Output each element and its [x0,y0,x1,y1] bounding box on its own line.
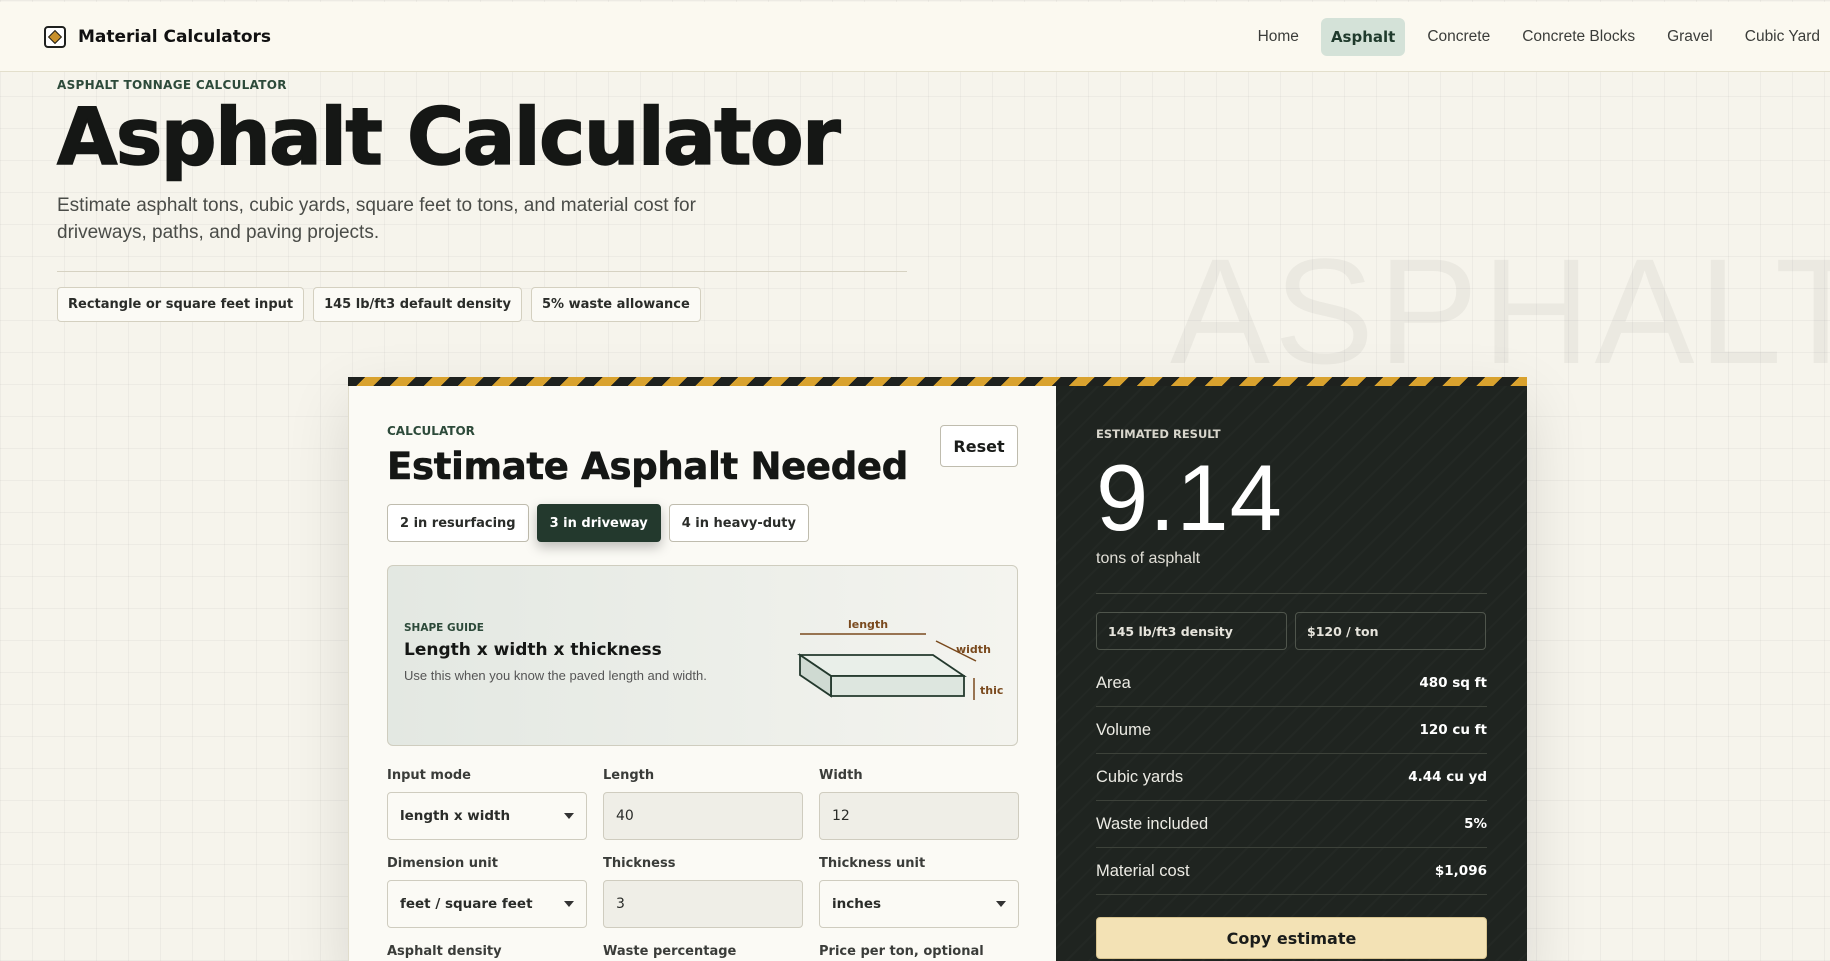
result-row-label: Material cost [1096,861,1190,880]
result-row-value: 5% [1464,816,1487,832]
length-label: length [848,618,888,631]
page-title: Asphalt Calculator [56,93,841,183]
chevron-down-icon [996,901,1006,907]
result-row-label: Cubic yards [1096,767,1184,786]
width-label: Width [819,768,863,783]
result-row-label: Area [1096,673,1131,692]
nav-asphalt[interactable]: Asphalt [1320,17,1406,56]
result-row-cubic-yards: Cubic yards 4.44 cu yd [1096,754,1487,801]
nav-concrete[interactable]: Concrete [1417,18,1500,56]
nav-cubic-yard[interactable]: Cubic Yard [1735,18,1830,56]
calculator-panel: CALCULATOR Estimate Asphalt Needed Reset… [348,386,1056,961]
asphalt-density-label: Asphalt density [387,944,502,959]
preset-3in-driveway[interactable]: 3 in driveway [536,504,661,542]
calculator-title: Estimate Asphalt Needed [387,445,909,489]
result-row-value: 120 cu ft [1419,722,1487,738]
thickness-label: Thickness [603,856,676,871]
result-row-area: Area 480 sq ft [1096,660,1487,707]
result-row-material-cost: Material cost $1,096 [1096,848,1487,895]
result-row-waste: Waste included 5% [1096,801,1487,848]
result-row-volume: Volume 120 cu ft [1096,707,1487,754]
length-field: Length 40 [603,768,803,840]
dimension-unit-label: Dimension unit [387,856,498,871]
thickness-presets: 2 in resurfacing 3 in driveway 4 in heav… [387,504,1018,542]
preset-4in-heavy-duty[interactable]: 4 in heavy-duty [668,504,809,542]
result-breakdown: Area 480 sq ft Volume 120 cu ft Cubic ya… [1096,660,1487,895]
main-nav: Home Asphalt Concrete Concrete Blocks Gr… [1240,17,1830,56]
dimension-unit-field: Dimension unit feet / square feet [387,856,587,928]
result-chips: 145 lb/ft3 density $120 / ton [1096,612,1487,650]
price-chip: $120 / ton [1295,612,1486,650]
result-unit: tons of asphalt [1096,550,1201,567]
calculator-form: Input mode length x width Length 40 Widt… [387,768,1019,959]
thickness-unit-label: Thickness unit [819,856,926,871]
input-mode-value: length x width [400,808,511,824]
input-mode-label: Input mode [387,768,471,783]
background-watermark: ASPHALT [1170,225,1830,398]
input-mode-select[interactable]: length x width [387,792,587,840]
chevron-down-icon [564,901,574,907]
nav-home[interactable]: Home [1248,18,1309,56]
width-field: Width 12 [819,768,1019,840]
thickness-unit-select[interactable]: inches [819,880,1019,928]
nav-gravel[interactable]: Gravel [1657,18,1723,56]
thickness-unit-field: Thickness unit inches [819,856,1019,928]
hero-subtitle: Estimate asphalt tons, cubic yards, squa… [57,194,696,243]
preset-2in-resurfacing[interactable]: 2 in resurfacing [387,504,529,542]
thickness-unit-value: inches [832,896,882,912]
result-eyebrow: ESTIMATED RESULT [1096,427,1221,441]
cube-logo-icon [44,25,66,48]
feature-chips: Rectangle or square feet input 145 lb/ft… [57,286,907,322]
result-row-label: Waste included [1096,814,1209,833]
price-per-ton-label: Price per ton, optional [819,944,984,959]
input-mode-field: Input mode length x width [387,768,587,840]
result-row-value: 480 sq ft [1419,675,1487,691]
thickness-label: thick [980,684,1003,697]
hero-eyebrow: ASPHALT TONNAGE CALCULATOR [57,78,287,92]
hero-section: ASPHALT TONNAGE CALCULATOR Asphalt Calcu… [56,78,907,322]
result-row-value: $1,096 [1434,863,1487,879]
result-row-value: 4.44 cu yd [1408,769,1487,785]
dimension-unit-select[interactable]: feet / square feet [387,880,587,928]
feature-chip: 145 lb/ft3 default density [313,286,522,322]
feature-chip: 5% waste allowance [530,286,701,322]
thickness-input[interactable]: 3 [603,880,803,928]
feature-chip: Rectangle or square feet input [57,286,305,322]
width-input[interactable]: 12 [819,792,1019,840]
slab-diagram-icon: length width thick [797,618,1003,700]
waste-percentage-label: Waste percentage [603,944,737,959]
shape-guide: SHAPE GUIDE Length x width x thickness U… [387,565,1018,746]
length-label: Length [603,768,655,783]
length-input[interactable]: 40 [603,792,803,840]
hazard-stripe [348,377,1527,386]
top-navigation-bar: Material Calculators Home Asphalt Concre… [0,2,1830,72]
width-label: width [956,643,991,656]
result-value: 9.14 [1096,445,1283,550]
chevron-down-icon [564,813,574,819]
result-row-label: Volume [1096,720,1152,739]
brand[interactable]: Material Calculators [44,25,272,48]
calculator-eyebrow: CALCULATOR [387,424,475,438]
density-chip: 145 lb/ft3 density [1096,612,1287,650]
result-panel: ESTIMATED RESULT 9.14 tons of asphalt 14… [1056,386,1527,961]
calculator-card: CALCULATOR Estimate Asphalt Needed Reset… [348,377,1527,961]
nav-concrete-blocks[interactable]: Concrete Blocks [1512,18,1645,56]
divider [1096,593,1487,594]
thickness-field: Thickness 3 [603,856,803,928]
dimension-unit-value: feet / square feet [400,896,533,912]
reset-button[interactable]: Reset [940,425,1018,467]
copy-estimate-button[interactable]: Copy estimate [1096,917,1487,959]
brand-name: Material Calculators [78,26,272,47]
divider [57,270,907,272]
